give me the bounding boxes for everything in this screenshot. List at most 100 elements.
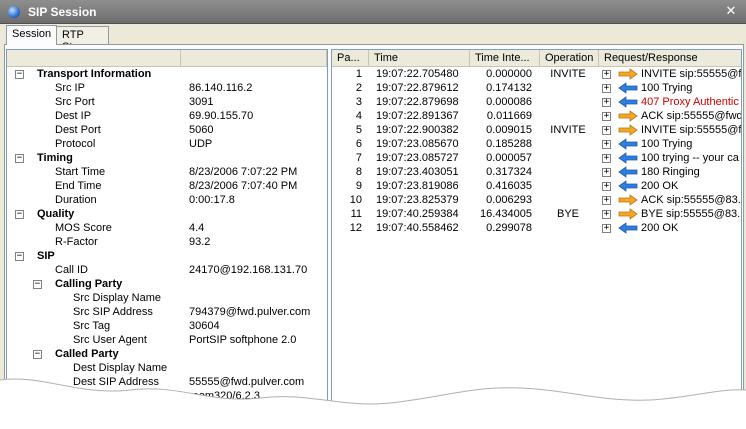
column-packet[interactable]: Pa... bbox=[332, 50, 369, 67]
column-time-interval[interactable]: Time Inte... bbox=[470, 50, 540, 67]
packet-number: 9 bbox=[355, 180, 362, 192]
tab-session[interactable]: Session bbox=[6, 25, 58, 45]
packet-number: 7 bbox=[355, 152, 362, 164]
sip-session-window: SIP Session ✕ Session RTP Streams (2) − T… bbox=[0, 0, 746, 429]
tree-header-value[interactable] bbox=[181, 50, 327, 67]
tree-rows: − Transport Information Src IP 86.140.116.2… bbox=[7, 67, 327, 403]
column-request-response[interactable]: Request/Response bbox=[599, 50, 741, 67]
expand-icon[interactable]: + bbox=[602, 140, 611, 149]
collapse-toggle-icon[interactable]: − bbox=[15, 70, 24, 79]
tree-row[interactable]: Dest IP 69.90.155.70 bbox=[7, 109, 327, 123]
tree-row-value: 86.140.116.2 bbox=[189, 82, 253, 94]
packet-number: 1 bbox=[355, 68, 362, 80]
arrow-left-icon bbox=[618, 180, 638, 192]
expand-icon[interactable]: + bbox=[602, 168, 611, 177]
window-title: SIP Session bbox=[28, 5, 97, 19]
tree-header-name[interactable] bbox=[7, 50, 181, 67]
tree-row-label: Protocol bbox=[55, 138, 96, 150]
tree-row[interactable]: Src User Agent PortSIP softphone 2.0 bbox=[7, 333, 327, 347]
arrow-left-icon bbox=[618, 96, 638, 108]
tree-row[interactable]: Src Tag 30604 bbox=[7, 319, 327, 333]
expand-icon[interactable]: + bbox=[602, 98, 611, 107]
tree-row-label: Src Port bbox=[55, 96, 95, 108]
packet-row[interactable]: 8 19:07:23.403051 0.317324 +180 Ringing bbox=[332, 165, 741, 179]
tree-row-label: Quality bbox=[37, 208, 75, 220]
packet-row[interactable]: 1 19:07:22.705480 0.000000 INVITE + INVITE si… bbox=[332, 67, 741, 81]
tree-row-value: 30604 bbox=[189, 320, 220, 332]
column-time[interactable]: Time bbox=[369, 50, 470, 67]
tree-row[interactable]: Src Port 3091 bbox=[7, 95, 327, 109]
arrow-left-icon bbox=[618, 222, 638, 234]
tree-row-label: Transport Information bbox=[37, 68, 152, 80]
packet-request-response: 100 Trying bbox=[641, 82, 693, 94]
packet-interval: 0.011669 bbox=[486, 110, 532, 122]
packet-number: 4 bbox=[355, 110, 362, 122]
packet-request-response: 180 Ringing bbox=[641, 166, 700, 178]
tree-row[interactable]: − Called Party bbox=[7, 347, 327, 361]
packet-row[interactable]: 7 19:07:23.085727 0.000057 +100 trying -- y… bbox=[332, 151, 741, 165]
packet-row[interactable]: 4 19:07:22.891367 0.011669 + ACK sip:55555@f… bbox=[332, 109, 741, 123]
collapse-toggle-icon[interactable]: − bbox=[33, 280, 42, 289]
packet-row[interactable]: 6 19:07:23.085670 0.185288 +100 Trying bbox=[332, 137, 741, 151]
packet-interval: 0.000000 bbox=[486, 68, 532, 80]
tree-row-value: 794379@fwd.pulver.com bbox=[189, 306, 311, 318]
tree-row-value: 93.2 bbox=[189, 236, 211, 248]
collapse-toggle-icon[interactable]: − bbox=[15, 154, 24, 163]
packet-number: 3 bbox=[355, 96, 362, 108]
tree-row[interactable]: − SIP bbox=[7, 249, 327, 263]
packet-row[interactable]: 11 19:07:40.259384 16.434005 BYE + BYE sip:55… bbox=[332, 207, 741, 221]
packet-row[interactable]: 5 19:07:22.900382 0.009015 INVITE + INVITE si… bbox=[332, 123, 741, 137]
tree-row-value: 8/23/2006 7:07:40 PM bbox=[189, 180, 298, 192]
tree-row-label: MOS Score bbox=[55, 222, 112, 234]
tree-row-label: Called Party bbox=[55, 348, 119, 360]
close-icon[interactable]: ✕ bbox=[724, 4, 738, 18]
tree-row-label: Duration bbox=[55, 194, 97, 206]
tree-row-label: Start Time bbox=[55, 166, 106, 178]
collapse-toggle-icon[interactable]: − bbox=[15, 210, 24, 219]
tree-row[interactable]: End Time 8/23/2006 7:07:40 PM bbox=[7, 179, 327, 193]
expand-icon[interactable]: + bbox=[602, 112, 611, 121]
tree-row-label: SIP bbox=[37, 250, 55, 262]
tree-row[interactable]: Src Display Name bbox=[7, 291, 327, 305]
tree-row[interactable]: Src SIP Address 794379@fwd.pulver.com bbox=[7, 305, 327, 319]
tree-row[interactable]: R-Factor 93.2 bbox=[7, 235, 327, 249]
packet-request-response: 100 trying -- your ca bbox=[641, 152, 739, 164]
tree-row[interactable]: − Transport Information bbox=[7, 67, 327, 81]
packet-row[interactable]: 3 19:07:22.879698 0.000086 +407 Proxy Authe… bbox=[332, 95, 741, 109]
tree-row[interactable]: − Calling Party bbox=[7, 277, 327, 291]
tree-row[interactable]: Dest Port 5060 bbox=[7, 123, 327, 137]
packet-number: 11 bbox=[350, 208, 362, 220]
tree-row[interactable]: − Quality bbox=[7, 207, 327, 221]
tree-row[interactable]: Protocol UDP bbox=[7, 137, 327, 151]
packet-time: 19:07:23.085670 bbox=[376, 138, 459, 150]
collapse-toggle-icon[interactable]: − bbox=[15, 252, 24, 261]
tree-row[interactable]: Duration 0:00:17.8 bbox=[7, 193, 327, 207]
expand-icon[interactable]: + bbox=[602, 210, 611, 219]
tree-row-value: 8/23/2006 7:07:22 PM bbox=[189, 166, 298, 178]
tree-row[interactable]: Call ID 24170@192.168.131.70 bbox=[7, 263, 327, 277]
packet-row[interactable]: 9 19:07:23.819086 0.416035 +200 OK bbox=[332, 179, 741, 193]
tree-row[interactable]: Start Time 8/23/2006 7:07:22 PM bbox=[7, 165, 327, 179]
packet-row[interactable]: 12 19:07:40.558462 0.299078 +200 OK bbox=[332, 221, 741, 235]
packet-request-response: 200 OK bbox=[641, 222, 679, 234]
tree-row[interactable]: Src IP 86.140.116.2 bbox=[7, 81, 327, 95]
tree-row[interactable]: MOS Score 4.4 bbox=[7, 221, 327, 235]
packet-interval: 0.317324 bbox=[486, 166, 532, 178]
tree-row-label: Src Display Name bbox=[73, 292, 162, 304]
expand-icon[interactable]: + bbox=[602, 224, 611, 233]
tree-row[interactable]: − Timing bbox=[7, 151, 327, 165]
expand-icon[interactable]: + bbox=[602, 182, 611, 191]
expand-icon[interactable]: + bbox=[602, 70, 611, 79]
packet-row[interactable]: 10 19:07:23.825379 0.006293 + ACK sip:55555@… bbox=[332, 193, 741, 207]
torn-edge bbox=[0, 378, 746, 429]
packet-row[interactable]: 2 19:07:22.879612 0.174132 +100 Trying bbox=[332, 81, 741, 95]
column-operation[interactable]: Operation bbox=[540, 50, 599, 67]
expand-icon[interactable]: + bbox=[602, 196, 611, 205]
expand-icon[interactable]: + bbox=[602, 126, 611, 135]
tree-row-label: Src IP bbox=[55, 82, 85, 94]
expand-icon[interactable]: + bbox=[602, 154, 611, 163]
tree-row-label: Src SIP Address bbox=[73, 306, 153, 318]
tab-rtp-streams[interactable]: RTP Streams (2) bbox=[56, 26, 109, 65]
collapse-toggle-icon[interactable]: − bbox=[33, 350, 42, 359]
expand-icon[interactable]: + bbox=[602, 84, 611, 93]
